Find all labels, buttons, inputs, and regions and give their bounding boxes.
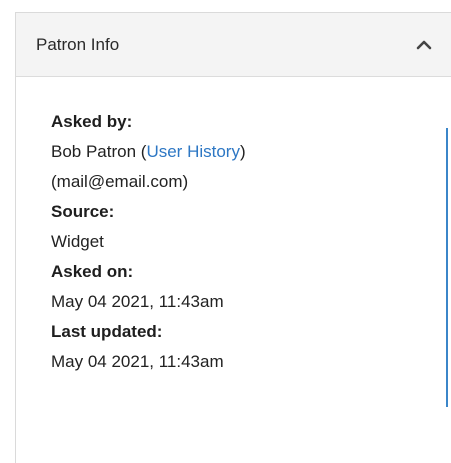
source-value: Widget xyxy=(51,232,104,251)
user-history-link[interactable]: User History xyxy=(146,142,240,161)
panel-header[interactable]: Patron Info xyxy=(16,13,451,77)
last-updated-label: Last updated: xyxy=(51,322,163,341)
patron-email: (mail@email.com) xyxy=(51,172,189,191)
source-label: Source: xyxy=(51,202,115,221)
asked-on-value: May 04 2021, 11:43am xyxy=(51,292,224,311)
asked-by-value: Bob Patron (User History) xyxy=(51,141,451,163)
patron-name: Bob Patron xyxy=(51,142,137,161)
open-paren: ( xyxy=(136,142,147,161)
panel-body: Asked by: Bob Patron (User History) (mai… xyxy=(16,77,451,463)
accent-rule xyxy=(446,128,448,407)
patron-info-panel: Patron Info Asked by: Bob Patron (User H… xyxy=(15,12,451,463)
panel-title: Patron Info xyxy=(36,34,120,54)
last-updated-value: May 04 2021, 11:43am xyxy=(51,352,224,371)
asked-on-label: Asked on: xyxy=(51,262,134,281)
chevron-up-icon[interactable] xyxy=(409,30,439,60)
close-paren: ) xyxy=(239,142,246,161)
asked-by-label: Asked by: xyxy=(51,112,133,131)
